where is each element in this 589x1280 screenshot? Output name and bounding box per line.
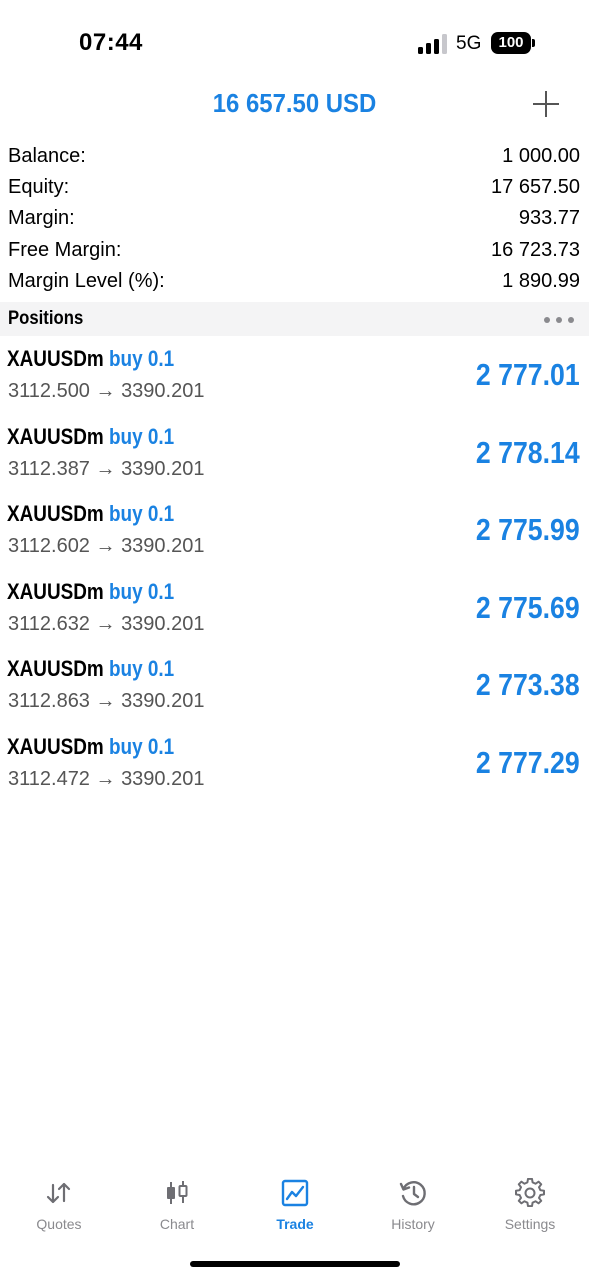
tab-label: Settings (504, 1216, 556, 1232)
position-current-price: 3390.201 (121, 535, 205, 558)
arrow-icon: → (95, 612, 116, 635)
summary-row-margin: Margin: 933.77 (0, 202, 589, 233)
position-open-price: 3112.387 (8, 457, 90, 480)
tab-history[interactable]: History (354, 1170, 472, 1240)
position-type: buy 0.1 (108, 346, 175, 371)
margin-level-value: 1 890.99 (502, 269, 580, 292)
free-margin-label: Free Margin: (8, 238, 122, 261)
position-symbol: XAUUSDm (7, 346, 104, 371)
arrow-icon: → (95, 380, 116, 402)
tab-label: Chart (159, 1216, 195, 1232)
position-symbol: XAUUSDm (7, 423, 104, 449)
position-row[interactable]: XAUUSDm buy 0.1 3112.472 → 3390.201 2 77… (0, 725, 589, 803)
position-profit: 2 773.38 (476, 667, 580, 703)
history-icon (399, 1181, 426, 1206)
position-symbol: XAUUSDm (7, 733, 104, 759)
status-bar: 07:44 5G 100 (0, 0, 589, 80)
position-symbol: XAUUSDm (7, 578, 104, 604)
position-type: buy 0.1 (108, 656, 175, 682)
summary-row-free-margin: Free Margin: 16 723.73 (0, 234, 589, 265)
summary-row-equity: Equity: 17 657.50 (0, 171, 589, 202)
position-type: buy 0.1 (108, 501, 175, 527)
quotes-icon (46, 1182, 71, 1204)
chart-icon (167, 1181, 188, 1204)
positions-list: XAUUSDm buy 0.1 3112.500 → 3390.201 2 77… (0, 337, 589, 803)
battery-cap (532, 39, 535, 47)
tab-trade[interactable]: Trade (236, 1170, 354, 1240)
position-profit: 2 775.69 (476, 589, 580, 625)
position-symbol: XAUUSDm (7, 656, 104, 682)
home-indicator[interactable] (190, 1261, 400, 1267)
equity-label: Equity: (8, 176, 70, 199)
equity-value: 17 657.50 (491, 176, 580, 199)
position-type: buy 0.1 (108, 733, 175, 759)
status-time: 07:44 (79, 29, 143, 56)
account-summary: Balance: 1 000.00 Equity: 17 657.50 Marg… (0, 140, 589, 296)
position-current-price: 3390.201 (121, 767, 205, 790)
add-order-button[interactable] (531, 89, 561, 119)
position-profit: 2 777.29 (476, 744, 580, 780)
tab-quotes[interactable]: Quotes (0, 1170, 118, 1240)
position-current-price: 3390.201 (121, 457, 205, 480)
position-open-price: 3112.602 (8, 535, 90, 558)
balance-value: 1 000.00 (502, 145, 580, 167)
tab-label: History (391, 1216, 435, 1232)
position-open-price: 3112.500 (8, 380, 90, 402)
position-symbol: XAUUSDm (7, 501, 104, 527)
position-row[interactable]: XAUUSDm buy 0.1 3112.632 → 3390.201 2 77… (0, 570, 589, 648)
position-open-price: 3112.863 (8, 690, 90, 713)
margin-label: Margin: (8, 207, 75, 230)
arrow-icon: → (95, 690, 116, 713)
tab-chart[interactable]: Chart (118, 1170, 236, 1240)
settings-icon (515, 1178, 545, 1208)
summary-row-margin-level: Margin Level (%): 1 890.99 (0, 265, 589, 296)
tab-label: Quotes (36, 1216, 82, 1232)
network-type: 5G (456, 33, 482, 54)
position-row[interactable]: XAUUSDm buy 0.1 3112.602 → 3390.201 2 77… (0, 492, 589, 570)
margin-level-label: Margin Level (%): (8, 269, 165, 292)
position-current-price: 3390.201 (121, 380, 205, 402)
positions-section-header: Positions (0, 302, 589, 336)
cellular-signal-icon (418, 34, 447, 54)
margin-value: 933.77 (518, 207, 580, 230)
free-margin-value: 16 723.73 (491, 238, 580, 261)
position-row[interactable]: XAUUSDm buy 0.1 3112.863 → 3390.201 2 77… (0, 647, 589, 725)
position-open-price: 3112.472 (8, 767, 90, 790)
trade-icon (281, 1179, 309, 1207)
position-profit: 2 775.99 (476, 512, 580, 548)
positions-title: Positions (8, 308, 84, 329)
summary-row-balance: Balance: 1 000.00 (0, 140, 589, 171)
tab-label: Trade (276, 1216, 314, 1232)
position-row[interactable]: XAUUSDm buy 0.1 3112.387 → 3390.201 2 77… (0, 415, 589, 493)
position-row[interactable]: XAUUSDm buy 0.1 3112.500 → 3390.201 2 77… (0, 337, 589, 415)
battery-icon: 100 (491, 32, 535, 54)
position-current-price: 3390.201 (121, 690, 205, 713)
arrow-icon: → (95, 535, 116, 558)
tab-bar: Quotes Chart Trade History Settings (0, 1170, 589, 1240)
more-options-icon[interactable] (544, 317, 574, 323)
arrow-icon: → (95, 457, 116, 480)
position-profit: 2 778.14 (476, 434, 580, 470)
position-profit: 2 777.01 (476, 357, 580, 392)
position-current-price: 3390.201 (121, 612, 205, 635)
position-open-price: 3112.632 (8, 612, 90, 635)
balance-label: Balance: (8, 145, 86, 167)
account-total: 16 657.50 USD (212, 88, 377, 118)
tab-settings[interactable]: Settings (471, 1170, 589, 1240)
position-type: buy 0.1 (108, 423, 175, 449)
position-type: buy 0.1 (108, 578, 175, 604)
arrow-icon: → (95, 767, 116, 790)
battery-level: 100 (491, 32, 531, 54)
